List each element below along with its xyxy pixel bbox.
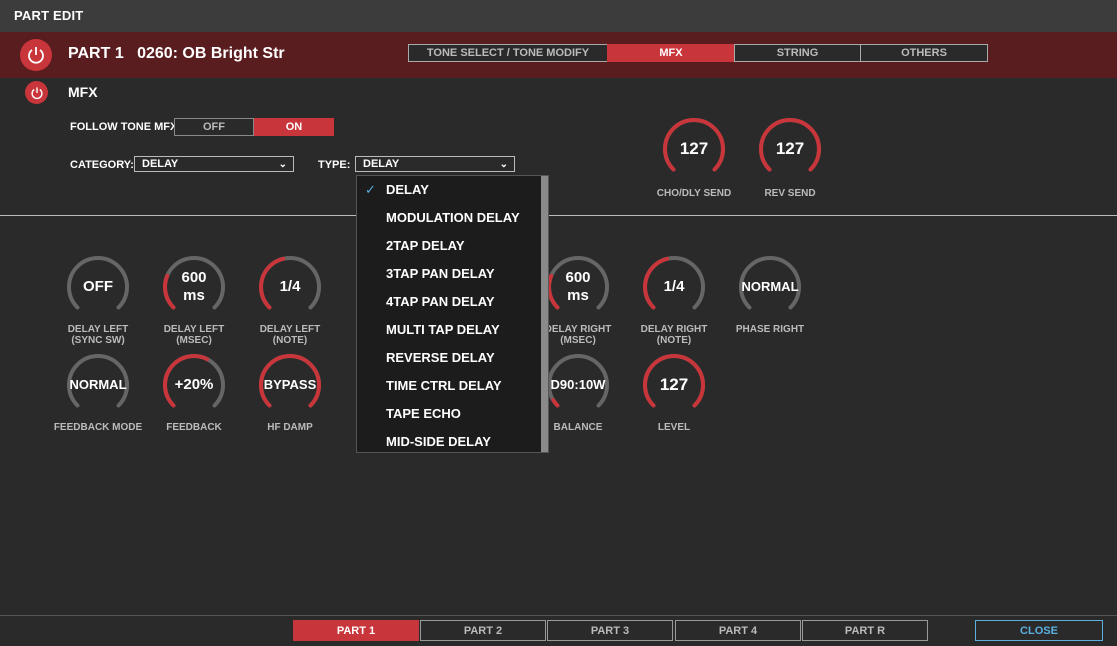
dropdown-item[interactable]: MULTI TAP DELAY — [386, 322, 500, 337]
delay-right-note-knob[interactable]: 1/4 — [639, 252, 709, 322]
category-label: CATEGORY: — [70, 159, 134, 171]
mfx-power-button[interactable] — [25, 81, 48, 104]
checkmark-icon: ✓ — [365, 182, 376, 197]
type-select[interactable]: DELAY ⌄ — [355, 156, 515, 172]
knob-fill — [551, 398, 560, 408]
category-value: DELAY — [142, 158, 179, 170]
delay-left-note-knob[interactable]: 1/4 — [255, 252, 325, 322]
hf-damp-knob[interactable]: BYPASS — [255, 350, 325, 420]
part-power-button[interactable] — [20, 39, 52, 71]
power-icon — [28, 47, 44, 64]
knob-value: 127 — [659, 375, 689, 394]
phase-right-knob[interactable]: NORMAL — [735, 252, 805, 322]
knob-value: BYPASS — [263, 377, 317, 392]
type-value: DELAY — [363, 158, 400, 170]
follow-on-button[interactable]: ON — [254, 118, 334, 136]
delay-left-note-label: DELAY LEFT (NOTE) — [259, 324, 321, 346]
knob-value: OFF — [83, 278, 113, 295]
knob-value: 1/4 — [663, 278, 685, 295]
part-tab-3[interactable]: PART 3 — [547, 620, 673, 641]
power-icon — [30, 86, 43, 99]
follow-tone-mfx-label: FOLLOW TONE MFX: — [70, 121, 182, 133]
edit-tabs: TONE SELECT / TONE MODIFY MFX STRING OTH… — [408, 44, 988, 62]
delay-left-msec-label: DELAY LEFT (MSEC) — [163, 324, 225, 346]
part-tab-4[interactable]: PART 4 — [675, 620, 801, 641]
follow-off-button[interactable]: OFF — [174, 118, 254, 136]
delay-left-sync-knob[interactable]: OFF — [63, 252, 133, 322]
type-dropdown-list: ✓ DELAY MODULATION DELAY 2TAP DELAY 3TAP… — [356, 175, 549, 453]
cho-dly-send-knob[interactable]: 127 — [659, 114, 729, 184]
knob-value: 600 ms — [565, 269, 591, 304]
feedback-mode-knob[interactable]: NORMAL — [63, 350, 133, 420]
knob-value: D90:10W — [550, 377, 606, 392]
feedback-knob[interactable]: +20% — [159, 350, 229, 420]
dropdown-item[interactable]: TIME CTRL DELAY — [386, 378, 502, 393]
tone-name: 0260: OB Bright Str — [137, 45, 285, 62]
delay-left-sync-label: DELAY LEFT (SYNC SW) — [67, 324, 129, 346]
chevron-down-icon: ⌄ — [278, 159, 287, 170]
phase-right-label: PHASE RIGHT — [735, 324, 805, 335]
dropdown-item[interactable]: 4TAP PAN DELAY — [386, 294, 495, 309]
rev-send-label: REV SEND — [764, 188, 816, 199]
feedback-label: FEEDBACK — [166, 422, 222, 433]
part-tab-2[interactable]: PART 2 — [420, 620, 546, 641]
knob-value: +20% — [174, 376, 214, 393]
level-label: LEVEL — [657, 422, 691, 433]
tab-tone-select[interactable]: TONE SELECT / TONE MODIFY — [408, 44, 608, 62]
knob-value: NORMAL — [69, 377, 127, 392]
delay-right-note-label: DELAY RIGHT (NOTE) — [640, 324, 708, 346]
dropdown-item[interactable]: 2TAP DELAY — [386, 238, 465, 253]
tab-string[interactable]: STRING — [734, 44, 861, 62]
part-tab-1[interactable]: PART 1 — [293, 620, 419, 641]
title-bar: PART EDIT — [0, 0, 1117, 32]
feedback-mode-label: FEEDBACK MODE — [53, 422, 143, 433]
level-knob[interactable]: 127 — [639, 350, 709, 420]
window-title: PART EDIT — [14, 8, 84, 23]
dropdown-item[interactable]: DELAY — [386, 182, 429, 197]
category-select[interactable]: DELAY ⌄ — [134, 156, 294, 172]
part-tab-r[interactable]: PART R — [802, 620, 928, 641]
dropdown-item[interactable]: MID-SIDE DELAY — [386, 434, 491, 449]
dropdown-item[interactable]: TAPE ECHO — [386, 406, 461, 421]
close-button[interactable]: CLOSE — [975, 620, 1103, 641]
tab-mfx[interactable]: MFX — [607, 44, 735, 62]
type-label: TYPE: — [318, 159, 351, 171]
delay-right-msec-knob[interactable]: 600 ms — [543, 252, 613, 322]
balance-knob[interactable]: D90:10W — [543, 350, 613, 420]
delay-left-msec-knob[interactable]: 600 ms — [159, 252, 229, 322]
part-title: PART 1 0260: OB Bright Str — [68, 45, 285, 63]
dropdown-scrollbar[interactable] — [541, 176, 548, 452]
knob-value: 127 — [679, 139, 709, 158]
section-divider — [0, 215, 1117, 216]
knob-value: 600 ms — [181, 269, 207, 304]
chevron-down-icon: ⌄ — [499, 159, 508, 170]
dropdown-item[interactable]: 3TAP PAN DELAY — [386, 266, 495, 281]
mfx-title: MFX — [68, 84, 98, 100]
part-number: PART 1 — [68, 45, 124, 62]
tab-others[interactable]: OTHERS — [860, 44, 988, 62]
dropdown-item[interactable]: MODULATION DELAY — [386, 210, 520, 225]
hf-damp-label: HF DAMP — [267, 422, 313, 433]
knob-value: NORMAL — [741, 279, 799, 294]
knob-value: 127 — [775, 139, 805, 158]
dropdown-item[interactable]: REVERSE DELAY — [386, 350, 495, 365]
rev-send-knob[interactable]: 127 — [755, 114, 825, 184]
knob-value: 1/4 — [279, 278, 301, 295]
cho-dly-send-label: CHO/DLY SEND — [656, 188, 732, 199]
follow-tone-mfx-switch: OFF ON — [174, 118, 334, 136]
